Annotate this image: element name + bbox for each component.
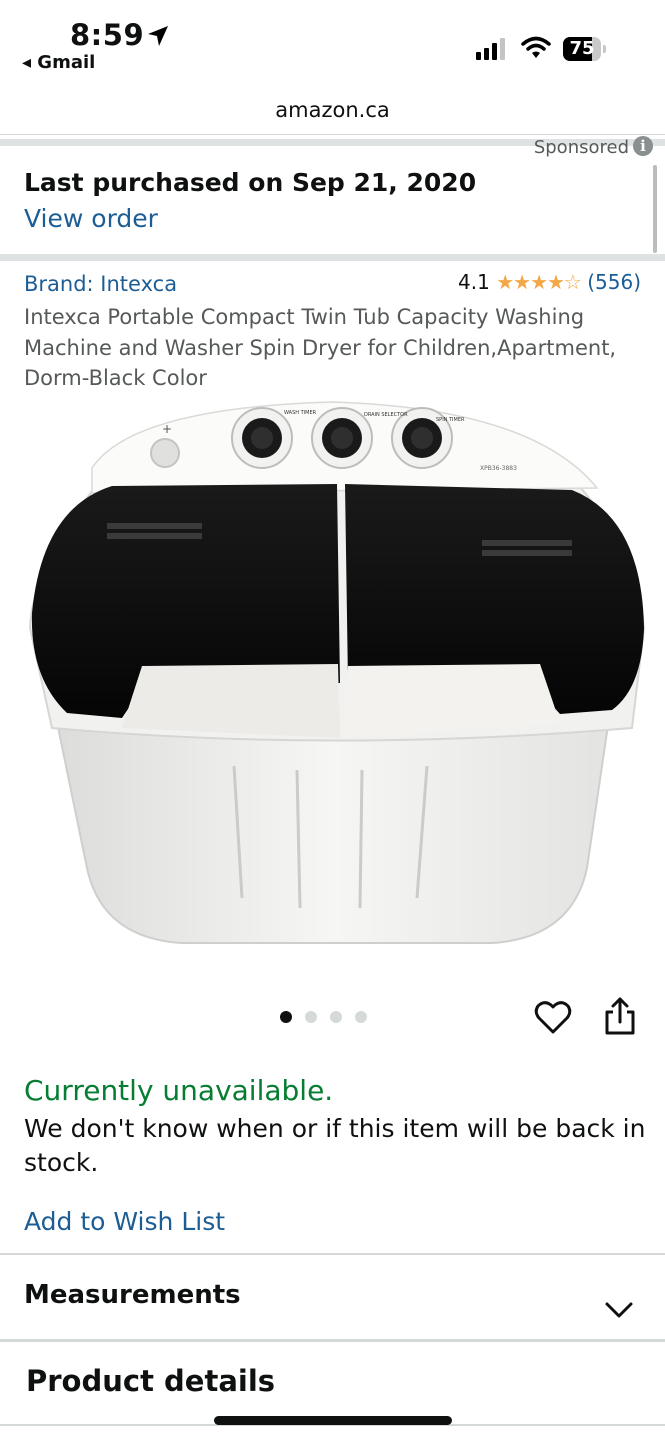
carousel-dot[interactable] bbox=[330, 1011, 342, 1023]
last-purchased-text: Last purchased on Sep 21, 2020 bbox=[24, 168, 477, 197]
battery-icon: 75 bbox=[563, 37, 606, 61]
product-title: Intexca Portable Compact Twin Tub Capaci… bbox=[24, 305, 617, 390]
view-order-link[interactable]: View order bbox=[24, 204, 158, 233]
heart-icon[interactable] bbox=[533, 998, 573, 1038]
cellular-signal-icon bbox=[476, 38, 505, 60]
rating-summary[interactable]: 4.1 ★★★★☆ (556) bbox=[458, 270, 641, 294]
browser-url[interactable]: amazon.ca bbox=[0, 98, 665, 122]
product-image[interactable]: + WASH TIMER DRAIN SELECTOR SPIN TIMER X… bbox=[12, 398, 652, 958]
brand-link[interactable]: Brand: Intexca bbox=[24, 272, 177, 296]
carousel-dot[interactable] bbox=[305, 1011, 317, 1023]
availability-message: We don't know when or if this item will … bbox=[24, 1114, 646, 1177]
share-icon[interactable] bbox=[603, 996, 637, 1036]
divider bbox=[0, 134, 665, 135]
drain-selector-label: DRAIN SELECTOR bbox=[364, 412, 408, 418]
model-label: XPB36-3883 bbox=[480, 465, 517, 472]
location-arrow-icon bbox=[148, 26, 168, 46]
wifi-icon bbox=[521, 36, 551, 58]
carousel-dot[interactable] bbox=[280, 1011, 292, 1023]
wash-timer-label: WASH TIMER bbox=[284, 410, 317, 416]
star-rating-icon: ★★★★☆ bbox=[496, 270, 582, 294]
chevron-down-icon[interactable] bbox=[603, 1300, 635, 1320]
home-indicator[interactable] bbox=[214, 1416, 452, 1425]
add-to-wishlist-link[interactable]: Add to Wish List bbox=[24, 1207, 225, 1236]
availability-status: Currently unavailable. bbox=[24, 1074, 334, 1107]
product-details-section-header[interactable]: Product details bbox=[26, 1364, 275, 1398]
svg-text:+: + bbox=[162, 422, 172, 436]
measurements-section-header[interactable]: Measurements bbox=[24, 1280, 241, 1310]
info-icon[interactable]: i bbox=[633, 136, 653, 156]
section-band bbox=[0, 254, 665, 261]
rating-count: (556) bbox=[587, 270, 641, 294]
back-to-gmail-link[interactable]: ◂ Gmail bbox=[22, 52, 95, 73]
scrollbar[interactable] bbox=[653, 165, 657, 253]
divider bbox=[0, 1253, 665, 1255]
battery-level: 75 bbox=[569, 38, 595, 59]
spin-timer-label: SPIN TIMER bbox=[436, 417, 465, 423]
carousel-dot[interactable] bbox=[355, 1011, 367, 1023]
image-carousel-dots[interactable] bbox=[280, 1010, 380, 1028]
status-time: 8:59 bbox=[70, 18, 145, 52]
sponsored-label: Sponsored bbox=[533, 137, 629, 158]
rating-value: 4.1 bbox=[458, 270, 490, 294]
divider bbox=[0, 1339, 665, 1342]
